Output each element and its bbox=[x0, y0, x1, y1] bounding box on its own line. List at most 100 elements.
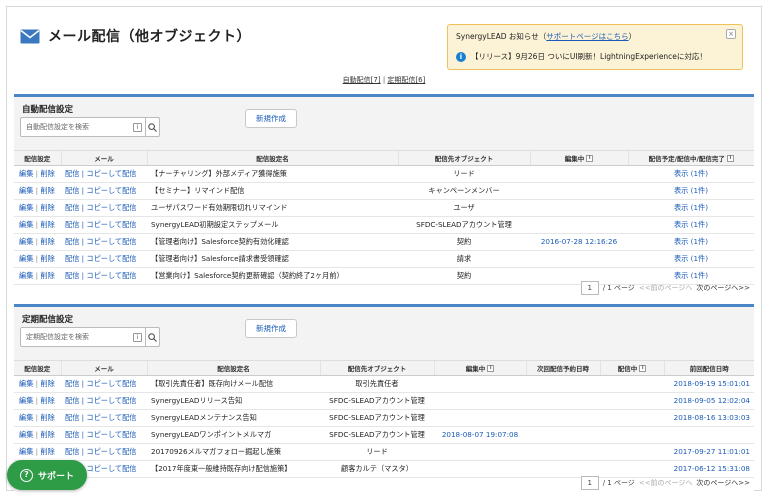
scheduled-prev-link[interactable]: <<前のページへ bbox=[639, 478, 693, 488]
copy-send-link[interactable]: コピーして配信 bbox=[86, 396, 136, 405]
close-icon[interactable]: × bbox=[726, 29, 736, 39]
info-icon[interactable]: i bbox=[487, 365, 495, 373]
edit-link[interactable]: 編集 bbox=[19, 396, 33, 405]
copy-send-link[interactable]: コピーして配信 bbox=[86, 413, 136, 422]
scheduled-new-button[interactable]: 新規作成 bbox=[245, 319, 297, 338]
edit-link[interactable]: 編集 bbox=[19, 220, 33, 229]
edit-link[interactable]: 編集 bbox=[19, 413, 33, 422]
copy-send-link[interactable]: コピーして配信 bbox=[86, 447, 136, 456]
info-icon[interactable]: i bbox=[639, 365, 647, 373]
editing-cell[interactable] bbox=[530, 182, 628, 200]
send-link[interactable]: 配信 bbox=[65, 430, 79, 439]
copy-send-link[interactable]: コピーして配信 bbox=[86, 271, 136, 280]
delete-link[interactable]: 削除 bbox=[40, 430, 54, 439]
auto-page-input[interactable]: 1 bbox=[580, 281, 599, 295]
edit-link[interactable]: 編集 bbox=[19, 186, 33, 195]
copy-send-link[interactable]: コピーして配信 bbox=[86, 430, 136, 439]
scheduled-delivery-link[interactable]: 定期配信[6] bbox=[387, 76, 425, 84]
copy-send-link[interactable]: コピーして配信 bbox=[86, 254, 136, 263]
send-link[interactable]: 配信 bbox=[65, 447, 79, 456]
copy-send-link[interactable]: コピーして配信 bbox=[86, 220, 136, 229]
editing-cell[interactable] bbox=[434, 392, 526, 410]
edit-link[interactable]: 編集 bbox=[19, 379, 33, 388]
edit-link[interactable]: 編集 bbox=[19, 169, 33, 178]
status-link[interactable]: 表示 (1件) bbox=[628, 250, 754, 268]
last-delivery-link[interactable]: 2017-06-12 15:31:08 bbox=[664, 460, 754, 478]
copy-send-link[interactable]: コピーして配信 bbox=[86, 464, 136, 473]
info-icon[interactable]: i bbox=[586, 155, 594, 163]
last-delivery-link[interactable]: 2018-08-16 13:03:03 bbox=[664, 409, 754, 427]
editing-cell[interactable] bbox=[530, 165, 628, 183]
auto-new-button[interactable]: 新規作成 bbox=[245, 109, 297, 128]
copy-send-link[interactable]: コピーして配信 bbox=[86, 379, 136, 388]
auto-delivery-link[interactable]: 自動配信[7] bbox=[343, 76, 381, 84]
delete-link[interactable]: 削除 bbox=[40, 169, 54, 178]
editing-cell[interactable] bbox=[434, 375, 526, 393]
info-icon[interactable]: i bbox=[133, 332, 142, 342]
auto-next-link[interactable]: 次のページへ>> bbox=[696, 283, 750, 293]
copy-send-link[interactable]: コピーして配信 bbox=[86, 203, 136, 212]
edit-link[interactable]: 編集 bbox=[19, 430, 33, 439]
status-link[interactable]: 表示 (1件) bbox=[628, 199, 754, 217]
copy-send-link[interactable]: コピーして配信 bbox=[86, 237, 136, 246]
last-delivery-link[interactable]: 2018-09-19 15:01:01 bbox=[664, 375, 754, 393]
support-page-link[interactable]: サポートページはこちら bbox=[546, 32, 628, 41]
scheduled-page-total: / 1 ページ bbox=[602, 479, 635, 487]
editing-cell[interactable] bbox=[434, 460, 526, 478]
delete-link[interactable]: 削除 bbox=[40, 220, 54, 229]
copy-send-link[interactable]: コピーして配信 bbox=[86, 186, 136, 195]
status-link[interactable]: 表示 (1件) bbox=[628, 233, 754, 251]
auto-search-input[interactable] bbox=[21, 123, 133, 131]
editing-cell[interactable] bbox=[530, 250, 628, 268]
scheduled-page-input[interactable]: 1 bbox=[580, 476, 599, 490]
auto-prev-link[interactable]: <<前のページへ bbox=[639, 283, 693, 293]
delete-link[interactable]: 削除 bbox=[40, 254, 54, 263]
send-link[interactable]: 配信 bbox=[65, 220, 79, 229]
info-icon[interactable]: i bbox=[133, 122, 142, 132]
last-delivery-link[interactable] bbox=[664, 426, 754, 444]
status-link[interactable]: 表示 (1件) bbox=[628, 216, 754, 234]
last-delivery-link[interactable]: 2017-09-27 11:01:01 bbox=[664, 443, 754, 461]
search-icon[interactable] bbox=[145, 118, 159, 136]
send-link[interactable]: 配信 bbox=[65, 186, 79, 195]
delete-link[interactable]: 削除 bbox=[40, 186, 54, 195]
delete-link[interactable]: 削除 bbox=[40, 271, 54, 280]
send-link[interactable]: 配信 bbox=[65, 237, 79, 246]
last-delivery-link[interactable]: 2018-09-05 12:02:04 bbox=[664, 392, 754, 410]
scheduled-next-link[interactable]: 次のページへ>> bbox=[696, 478, 750, 488]
send-link[interactable]: 配信 bbox=[65, 379, 79, 388]
status-link[interactable]: 表示 (1件) bbox=[628, 182, 754, 200]
delete-link[interactable]: 削除 bbox=[40, 237, 54, 246]
search-icon[interactable] bbox=[145, 328, 159, 346]
send-link[interactable]: 配信 bbox=[65, 203, 79, 212]
edit-link[interactable]: 編集 bbox=[19, 447, 33, 456]
edit-link[interactable]: 編集 bbox=[19, 203, 33, 212]
edit-link[interactable]: 編集 bbox=[19, 254, 33, 263]
info-icon[interactable]: i bbox=[726, 155, 734, 163]
delete-link[interactable]: 削除 bbox=[40, 413, 54, 422]
editing-cell[interactable]: 2016-07-28 12:16:26 bbox=[530, 233, 628, 251]
edit-link[interactable]: 編集 bbox=[19, 271, 33, 280]
edit-link[interactable]: 編集 bbox=[19, 237, 33, 246]
editing-cell[interactable] bbox=[434, 443, 526, 461]
notice-item[interactable]: i 【リリース】9月26日 ついにUI刷新！LightningExperienc… bbox=[456, 51, 734, 62]
support-button[interactable]: ? サポート bbox=[7, 460, 87, 490]
copy-send-link[interactable]: コピーして配信 bbox=[86, 169, 136, 178]
delete-link[interactable]: 削除 bbox=[40, 203, 54, 212]
delete-link[interactable]: 削除 bbox=[40, 379, 54, 388]
send-link[interactable]: 配信 bbox=[65, 413, 79, 422]
editing-cell[interactable] bbox=[530, 216, 628, 234]
editing-cell[interactable] bbox=[434, 409, 526, 427]
editing-cell[interactable]: 2018-08-07 19:07:08 bbox=[434, 426, 526, 444]
notice-message[interactable]: 【リリース】9月26日 ついにUI刷新！LightningExperienceに… bbox=[471, 51, 707, 62]
send-link[interactable]: 配信 bbox=[65, 254, 79, 263]
editing-cell[interactable] bbox=[530, 199, 628, 217]
send-link[interactable]: 配信 bbox=[65, 169, 79, 178]
status-link[interactable]: 表示 (1件) bbox=[628, 165, 754, 183]
send-link[interactable]: 配信 bbox=[65, 271, 79, 280]
delete-link[interactable]: 削除 bbox=[40, 447, 54, 456]
delete-link[interactable]: 削除 bbox=[40, 396, 54, 405]
scheduled-search-input[interactable] bbox=[21, 333, 133, 341]
column-header-label: メール bbox=[94, 364, 114, 373]
send-link[interactable]: 配信 bbox=[65, 396, 79, 405]
